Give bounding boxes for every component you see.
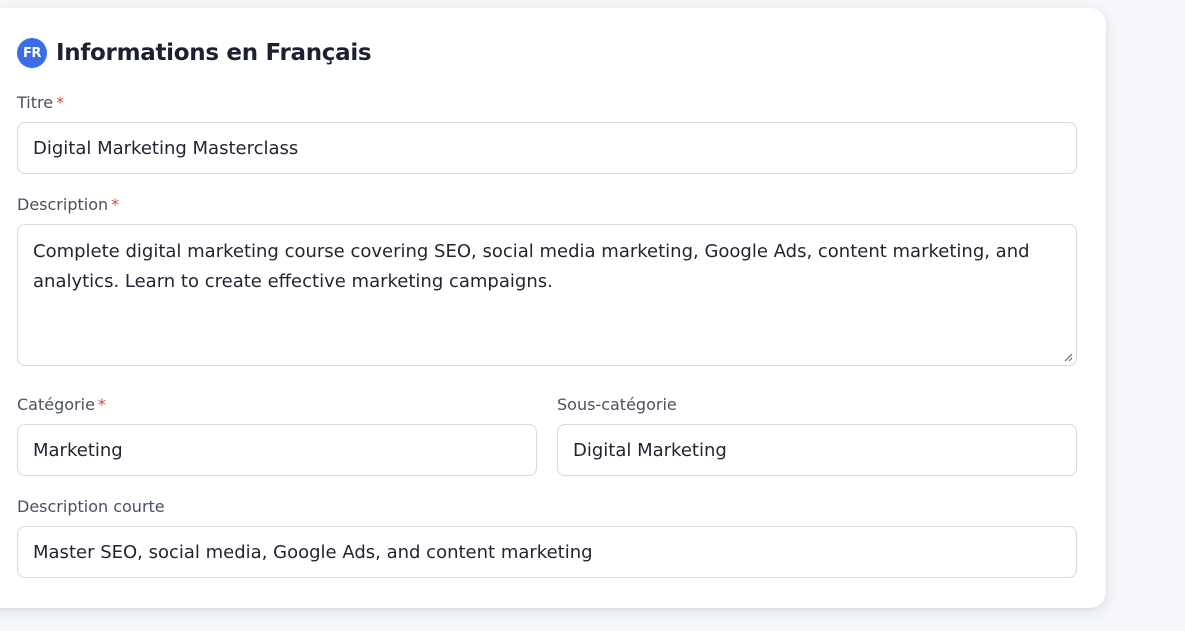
sous-categorie-label-text: Sous-catégorie <box>557 395 677 414</box>
required-marker: * <box>111 195 120 214</box>
categorie-value: Marketing <box>33 439 123 461</box>
description-label: Description * <box>17 195 119 214</box>
titre-input[interactable]: Digital Marketing Masterclass <box>17 122 1077 174</box>
fr-flag-icon: FR <box>17 38 47 68</box>
titre-value: Digital Marketing Masterclass <box>33 137 299 159</box>
description-courte-input[interactable]: Master SEO, social media, Google Ads, an… <box>17 526 1077 578</box>
description-textarea[interactable]: Complete digital marketing course coveri… <box>17 224 1077 366</box>
categorie-label: Catégorie * <box>17 395 106 414</box>
titre-label-text: Titre <box>17 93 54 112</box>
titre-label: Titre * <box>17 93 64 112</box>
sous-categorie-input[interactable]: Digital Marketing <box>557 424 1077 476</box>
description-courte-label-text: Description courte <box>17 497 165 516</box>
description-courte-label: Description courte <box>17 497 165 516</box>
resize-handle-icon[interactable] <box>1063 352 1073 362</box>
required-marker: * <box>56 93 65 112</box>
required-marker: * <box>97 395 106 414</box>
categorie-label-text: Catégorie <box>17 395 95 414</box>
categorie-input[interactable]: Marketing <box>17 424 537 476</box>
description-label-text: Description <box>17 195 109 214</box>
description-courte-value: Master SEO, social media, Google Ads, an… <box>33 541 593 563</box>
section-title: Informations en Français <box>56 40 372 66</box>
section-header: FR Informations en Français <box>17 38 372 68</box>
description-value: Complete digital marketing course coveri… <box>33 241 1030 292</box>
sous-categorie-label: Sous-catégorie <box>557 395 677 414</box>
sous-categorie-value: Digital Marketing <box>573 439 727 461</box>
